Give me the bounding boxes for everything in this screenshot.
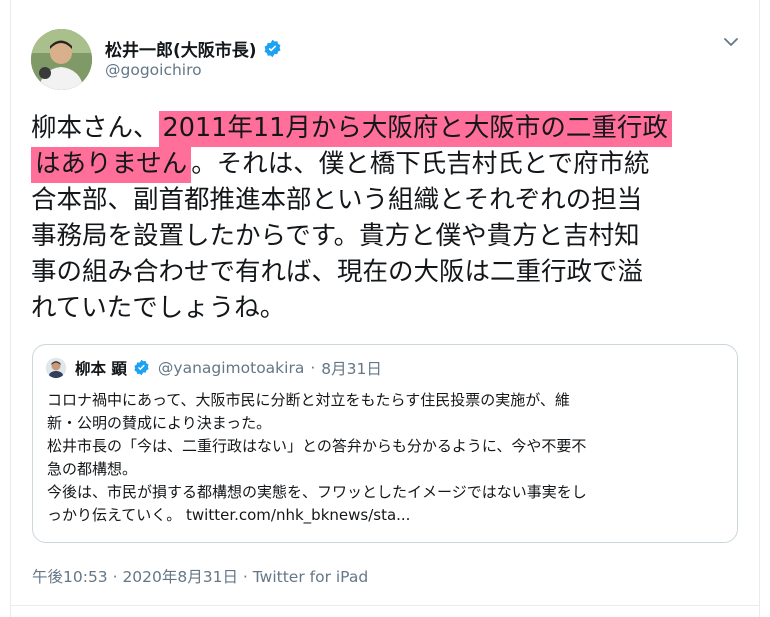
quoted-tweet-date: 8月31日 bbox=[321, 360, 382, 378]
tweet-line: はありません 。それは、僕と橋下氏吉村氏とで府市統 bbox=[31, 146, 751, 183]
quoted-tweet-text: コロナ禍中にあって、大阪市民に分断と対立をもたらす住民投票の実施が、維 新・公明… bbox=[47, 389, 727, 527]
card-border-bottom bbox=[10, 605, 760, 606]
verified-badge-icon bbox=[133, 359, 152, 378]
quoted-author-handle: @yanagimotoakira bbox=[157, 359, 305, 377]
tweet-line: 合本部、副首都推進本部という組織とそれぞれの担当 bbox=[31, 185, 643, 215]
tweet-line: れていたでしょうね。 bbox=[31, 293, 286, 323]
quoted-line: 今後は、市民が損する都構想の実態を、フワッとしたイメージではない事実をし bbox=[47, 483, 587, 501]
quoted-line: 急の都構想。 bbox=[47, 460, 138, 478]
tweet-line: 柳本さん、 2011年11月から大阪府と大阪市の二重行政 bbox=[31, 110, 751, 147]
quoted-author-name: 柳本 顕 bbox=[75, 360, 127, 378]
author-name-row[interactable]: 松井一郎(大阪市長) bbox=[105, 36, 282, 61]
highlighted-text: 2011年11月から大阪府と大阪市の二重行政 bbox=[158, 111, 672, 147]
quoted-line: 松井市長の「今は、二重行政はない」との答弁からも分かるように、今や不要不 bbox=[47, 437, 587, 455]
author-avatar[interactable] bbox=[31, 29, 92, 90]
tweet-line: 事の組み合わせで有れば、現在の大阪は二重行政で溢 bbox=[31, 257, 644, 287]
verified-badge-icon bbox=[263, 39, 282, 58]
card-border-right bbox=[759, 0, 760, 617]
card-border-left bbox=[10, 0, 11, 617]
author-handle[interactable]: @gogoichiro bbox=[105, 61, 202, 79]
tweet-line: 事務局を設置したからです。貴方と僕や貴方と吉村知 bbox=[31, 221, 640, 251]
quoted-tweet-card[interactable]: 柳本 顕 @yanagimotoakira · 8月31日 コロナ禍中にあって、… bbox=[32, 344, 738, 543]
chevron-down-icon[interactable] bbox=[720, 33, 742, 51]
separator: · bbox=[310, 359, 316, 377]
quoted-author-avatar bbox=[46, 358, 66, 378]
tweet-timestamp[interactable]: 午後10:53 · 2020年8月31日 · Twitter for iPad bbox=[32, 565, 368, 587]
tweet-text: 柳本さん、 2011年11月から大阪府と大阪市の二重行政 はありません 。それは、僕… bbox=[31, 110, 751, 326]
quoted-line: 新・公明の賛成により決まった。 bbox=[47, 414, 272, 432]
highlighted-text: はありません bbox=[31, 147, 192, 183]
quoted-author-row: 柳本 顕 @yanagimotoakira · 8月31日 bbox=[75, 357, 382, 379]
quoted-line: っかり伝えていく。 twitter.com/nhk_bknews/sta... bbox=[47, 506, 411, 524]
quoted-line: コロナ禍中にあって、大阪市民に分断と対立をもたらす住民投票の実施が、維 bbox=[47, 391, 570, 409]
author-name[interactable]: 松井一郎(大阪市長) bbox=[105, 36, 257, 61]
